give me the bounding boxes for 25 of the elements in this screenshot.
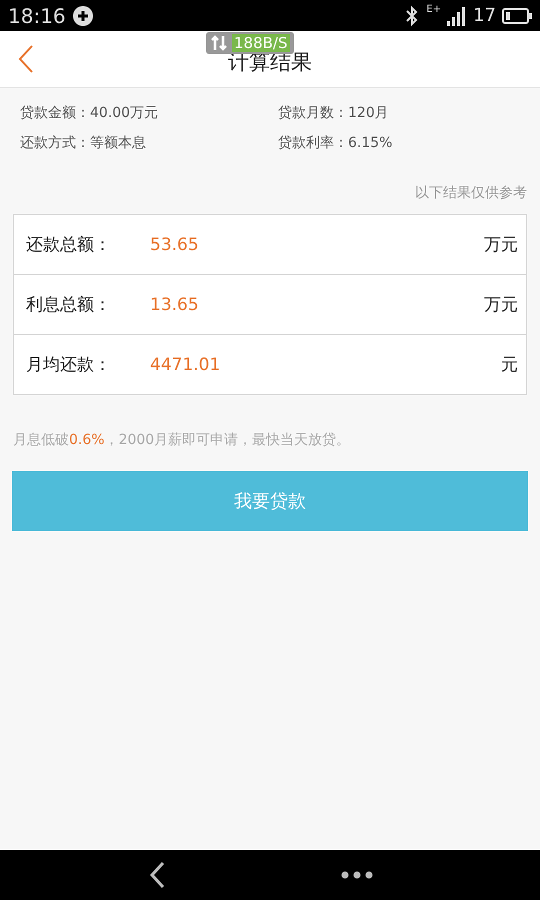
loan-detail: 还款方式：等额本息 — [20, 134, 147, 152]
result-label: 月均还款： — [26, 354, 112, 376]
loan-detail: 贷款金额：40.00万元 — [20, 104, 160, 122]
disclaimer-text: 以下结果仅供参考 — [415, 184, 527, 202]
result-value: 13.65 — [150, 294, 200, 314]
result-value: 4471.01 — [150, 354, 222, 374]
result-unit: 万元 — [484, 234, 518, 256]
result-label: 利息总额： — [26, 294, 112, 316]
promo-text: 月息低破0.6%，2000月薪即可申请，最快当天放贷。 — [13, 431, 352, 449]
signal-icon — [447, 6, 468, 26]
network-type: E+ — [426, 4, 442, 15]
loan-detail: 贷款月数：120月 — [278, 104, 390, 122]
speed-text: 188B/S — [232, 34, 290, 52]
result-value: 53.65 — [150, 234, 200, 254]
loan-detail: 贷款利率：6.15% — [278, 134, 394, 152]
apply-button[interactable]: 我要贷款 — [12, 471, 528, 531]
battery-icon — [502, 6, 532, 24]
battery-level: 17 — [473, 5, 496, 26]
result-unit: 元 — [501, 354, 518, 376]
result-unit: 万元 — [484, 294, 518, 316]
transfer-icon — [210, 34, 228, 52]
back-icon[interactable] — [148, 860, 166, 890]
more-icon[interactable] — [340, 870, 372, 880]
status-time: 18:16 — [8, 4, 66, 28]
result-label: 还款总额： — [26, 234, 112, 256]
